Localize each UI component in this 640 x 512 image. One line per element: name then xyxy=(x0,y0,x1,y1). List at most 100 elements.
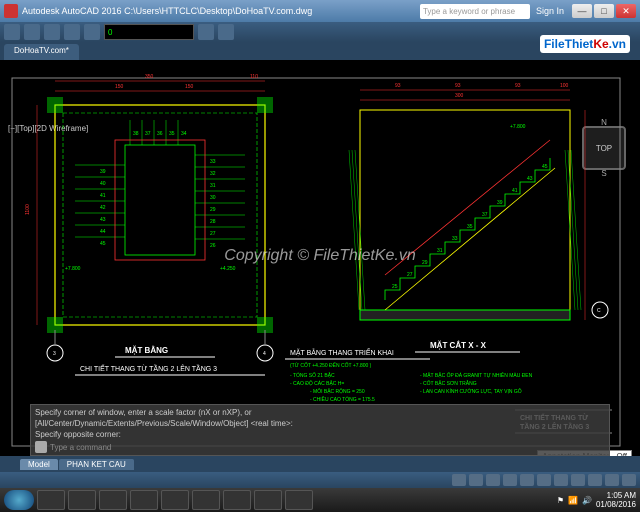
taskbar-app-icon[interactable] xyxy=(285,490,313,510)
svg-text:41: 41 xyxy=(512,188,518,194)
maximize-button[interactable]: □ xyxy=(594,4,614,18)
svg-text:- LAN CAN KÍNH CƯỜNG LỰC, TAY: - LAN CAN KÍNH CƯỜNG LỰC, TAY VỊN GỖ xyxy=(420,388,522,395)
svg-text:25: 25 xyxy=(392,284,398,290)
svg-text:40: 40 xyxy=(100,181,106,187)
command-input[interactable]: Type a command xyxy=(50,442,111,453)
svg-text:29: 29 xyxy=(422,260,428,266)
watermark-logo: FileThietKe.vn xyxy=(540,35,630,53)
system-tray[interactable]: ⚑ 📶 🔊 1:05 AM 01/08/2016 xyxy=(557,491,636,509)
windows-taskbar: ⚑ 📶 🔊 1:05 AM 01/08/2016 xyxy=(0,488,640,512)
svg-text:42: 42 xyxy=(100,205,106,211)
layout-tab[interactable]: PHAN KET CAU xyxy=(59,459,134,470)
qat-open-icon[interactable] xyxy=(24,24,40,40)
svg-text:100: 100 xyxy=(560,83,569,89)
tray-network-icon[interactable]: 📶 xyxy=(568,496,578,505)
status-bar xyxy=(0,472,640,488)
svg-text:- MẶT BẬC ỐP ĐÁ GRANIT TỰ NHIÊ: - MẶT BẬC ỐP ĐÁ GRANIT TỰ NHIÊN MÀU ĐEN xyxy=(420,371,533,379)
svg-text:(TỪ CỐT +4.250 ĐẾN CỐT +7.800: (TỪ CỐT +4.250 ĐẾN CỐT +7.800 ) xyxy=(290,362,372,369)
svg-text:29: 29 xyxy=(210,207,216,213)
svg-text:150: 150 xyxy=(185,84,194,90)
status-snap-icon[interactable] xyxy=(486,474,500,486)
svg-text:- CAO ĐỘ CÁC BẬC H=: - CAO ĐỘ CÁC BẬC H= xyxy=(290,380,344,387)
svg-text:35: 35 xyxy=(467,224,473,230)
svg-text:1100: 1100 xyxy=(25,204,31,215)
cmd-history-line: Specify opposite corner: xyxy=(35,429,605,440)
close-button[interactable]: ✕ xyxy=(616,4,636,18)
taskbar-autocad-icon[interactable] xyxy=(223,490,251,510)
taskbar-folder-icon[interactable] xyxy=(99,490,127,510)
tray-date: 01/08/2016 xyxy=(596,500,636,509)
taskbar-app-icon[interactable] xyxy=(192,490,220,510)
svg-text:MẶT BẰNG THANG TRIỂN KHAI: MẶT BẰNG THANG TRIỂN KHAI xyxy=(290,348,394,357)
layer-dropdown[interactable]: 0 xyxy=(104,24,194,40)
svg-text:33: 33 xyxy=(210,159,216,165)
model-tab[interactable]: Model xyxy=(20,459,58,470)
status-model-icon[interactable] xyxy=(452,474,466,486)
svg-text:39: 39 xyxy=(100,169,106,175)
taskbar-app-icon[interactable] xyxy=(254,490,282,510)
svg-text:150: 150 xyxy=(115,84,124,90)
start-button[interactable] xyxy=(4,490,34,510)
svg-text:31: 31 xyxy=(437,248,443,254)
layout-tab-bar: Model PHAN KET CAU xyxy=(0,456,640,472)
status-ortho-icon[interactable] xyxy=(503,474,517,486)
status-grid-icon[interactable] xyxy=(469,474,483,486)
taskbar-app-icon[interactable] xyxy=(161,490,189,510)
svg-text:43: 43 xyxy=(100,217,106,223)
file-tab[interactable]: DoHoaTV.com* xyxy=(4,44,79,60)
svg-text:45: 45 xyxy=(542,164,548,170)
status-annoscale-icon[interactable] xyxy=(571,474,585,486)
svg-text:- TỔNG SỐ 21 BẬC: - TỔNG SỐ 21 BẬC xyxy=(290,372,335,379)
svg-text:37: 37 xyxy=(145,131,151,137)
svg-text:MẶT BẰNG: MẶT BẰNG xyxy=(125,346,168,355)
help-search-input[interactable]: Type a keyword or phrase xyxy=(420,4,530,19)
svg-text:93: 93 xyxy=(455,83,461,89)
command-window[interactable]: Specify corner of window, enter a scale … xyxy=(30,404,610,456)
taskbar-app-icon[interactable] xyxy=(130,490,158,510)
qat-redo-icon[interactable] xyxy=(84,24,100,40)
cmd-history-line: [All/Center/Dynamic/Extents/Previous/Sca… xyxy=(35,418,605,429)
svg-text:45: 45 xyxy=(100,241,106,247)
status-lweight-icon[interactable] xyxy=(554,474,568,486)
tray-flag-icon[interactable]: ⚑ xyxy=(557,496,564,505)
svg-text:27: 27 xyxy=(210,231,216,237)
svg-text:31: 31 xyxy=(210,183,216,189)
qat-undo-icon[interactable] xyxy=(64,24,80,40)
status-workspace-icon[interactable] xyxy=(588,474,602,486)
app-icon xyxy=(4,4,18,18)
svg-text:38: 38 xyxy=(133,131,139,137)
qat-props-icon[interactable] xyxy=(218,24,234,40)
svg-text:27: 27 xyxy=(407,272,413,278)
svg-text:4: 4 xyxy=(263,351,266,357)
svg-text:+7.800: +7.800 xyxy=(510,124,526,130)
svg-text:39: 39 xyxy=(497,200,503,206)
svg-text:93: 93 xyxy=(395,83,401,89)
taskbar-explorer-icon[interactable] xyxy=(37,490,65,510)
qat-new-icon[interactable] xyxy=(4,24,20,40)
signin-link[interactable]: Sign In xyxy=(536,6,564,16)
svg-text:- CHIỀU CAO TỔNG = 175.5: - CHIỀU CAO TỔNG = 175.5 xyxy=(310,396,375,403)
svg-text:33: 33 xyxy=(452,236,458,242)
status-polar-icon[interactable] xyxy=(520,474,534,486)
window-title: Autodesk AutoCAD 2016 C:\Users\HTTCLC\De… xyxy=(22,6,312,16)
svg-text:26: 26 xyxy=(210,243,216,249)
cmd-history-line: Specify corner of window, enter a scale … xyxy=(35,407,605,418)
svg-text:44: 44 xyxy=(100,229,106,235)
status-osnap-icon[interactable] xyxy=(537,474,551,486)
svg-text:28: 28 xyxy=(210,219,216,225)
status-menu-icon[interactable] xyxy=(622,474,636,486)
qat-save-icon[interactable] xyxy=(44,24,60,40)
qat-layer-icon[interactable] xyxy=(198,24,214,40)
svg-text:+7.800: +7.800 xyxy=(65,266,81,272)
tray-volume-icon[interactable]: 🔊 xyxy=(582,496,592,505)
svg-text:32: 32 xyxy=(210,171,216,177)
status-annomonitor-icon[interactable] xyxy=(605,474,619,486)
svg-text:93: 93 xyxy=(515,83,521,89)
minimize-button[interactable]: — xyxy=(572,4,592,18)
svg-text:C: C xyxy=(597,308,601,314)
svg-text:3: 3 xyxy=(53,351,56,357)
svg-text:110: 110 xyxy=(250,74,258,80)
svg-text:30: 30 xyxy=(210,195,216,201)
taskbar-ie-icon[interactable] xyxy=(68,490,96,510)
svg-text:MẶT CẮT X - X: MẶT CẮT X - X xyxy=(430,341,487,350)
